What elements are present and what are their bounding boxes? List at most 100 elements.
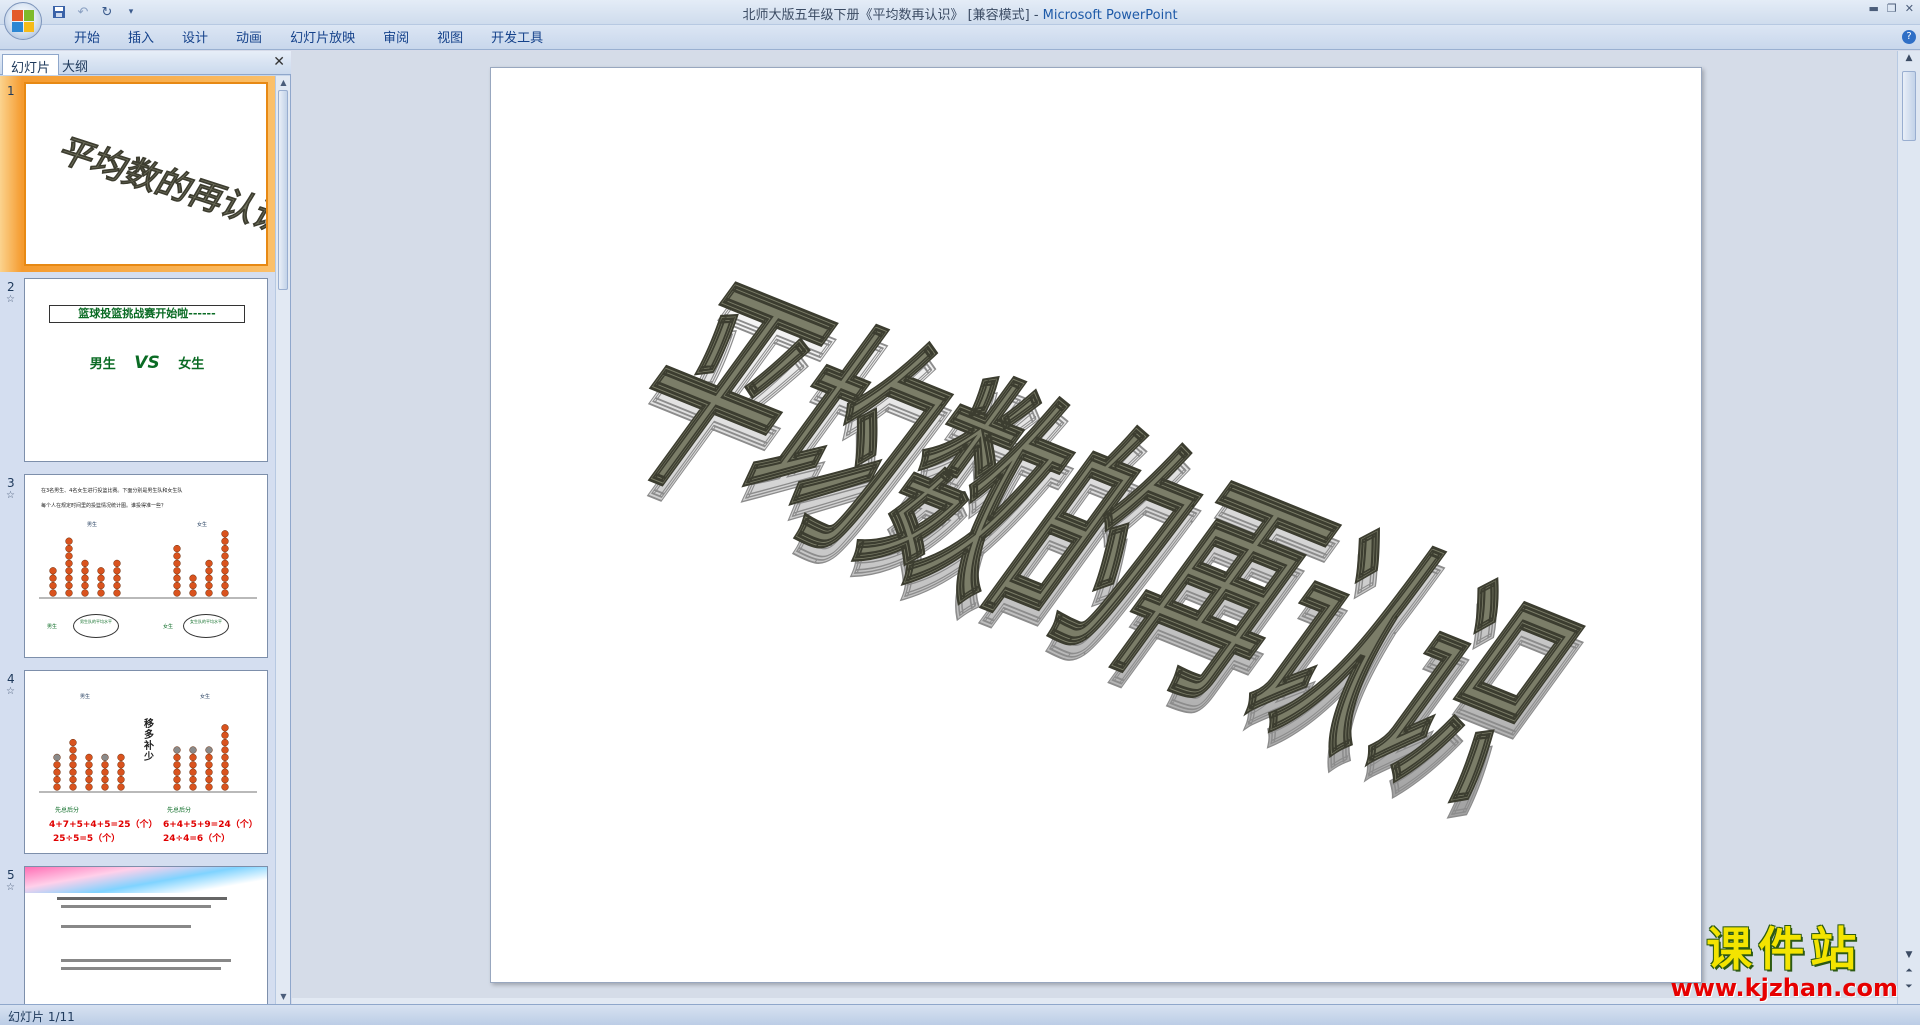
basketball-icon <box>189 761 197 769</box>
basketball-icon <box>221 574 229 582</box>
basketball-icon <box>221 753 229 762</box>
text-line <box>61 967 221 970</box>
basketball-icon <box>97 574 105 582</box>
tab-review[interactable]: 审阅 <box>369 30 423 48</box>
basketball-icon <box>81 574 89 582</box>
basketball-icon <box>189 753 197 762</box>
slide-number: 5 <box>7 868 15 882</box>
scroll-up-icon[interactable]: ▲ <box>276 76 291 90</box>
basketball-icon <box>97 589 105 597</box>
girls-team-label: 女生 <box>163 624 174 630</box>
wordart-title-art: 平均数的再认识 平均数的再认识 <box>571 247 1619 855</box>
animation-star-icon: ☆ <box>6 490 15 501</box>
basketball-icon <box>113 589 121 597</box>
basketball-icon <box>53 753 61 762</box>
tab-home[interactable]: 开始 <box>60 30 114 48</box>
girls-label: 女生 <box>178 357 205 372</box>
basketball-icon <box>189 589 197 597</box>
basketball-icon <box>173 753 181 762</box>
basketball-icon <box>173 589 181 597</box>
help-icon[interactable]: ? <box>1902 30 1916 44</box>
slide-thumbnail-1[interactable]: 1 平均数的再认识 <box>0 76 276 272</box>
watermark-text: 课件站 <box>1706 922 1863 976</box>
basketball-icon <box>65 559 73 568</box>
basketball-icon <box>173 761 181 769</box>
basketball-icon <box>173 775 181 784</box>
slides-pane: 幻灯片 大纲 ✕ 1 平均数的再认识 2 ☆ 篮球投篮挑战赛开始啦------ … <box>0 51 291 1004</box>
slide-thumbnail-5[interactable]: 5 ☆ <box>0 860 276 1004</box>
basketball-icon <box>205 559 213 568</box>
tab-animations[interactable]: 动画 <box>222 30 276 48</box>
basketball-icon <box>173 559 181 568</box>
restore-icon[interactable]: ❐ <box>1887 2 1897 15</box>
scroll-up-icon[interactable]: ▲ <box>1901 53 1917 67</box>
basketball-icon <box>117 753 125 762</box>
minimize-icon[interactable]: ▬ <box>1869 2 1879 15</box>
basketball-icon <box>97 567 105 575</box>
basketball-icon <box>221 783 229 791</box>
method-label-girls: 先总后分 <box>167 807 192 814</box>
header-decoration <box>25 867 267 893</box>
basketball-icon <box>69 775 77 784</box>
tab-slides[interactable]: 幻灯片 <box>2 54 60 76</box>
basketball-icon <box>49 589 57 597</box>
basketball-icon <box>205 746 213 754</box>
basketball-icon <box>173 768 181 776</box>
basketball-icon <box>101 761 109 769</box>
tab-design[interactable]: 设计 <box>168 30 222 48</box>
basketball-icon <box>117 775 125 784</box>
basketball-icon <box>97 581 105 590</box>
basketball-icon <box>221 544 229 553</box>
text-line <box>61 925 191 928</box>
basketball-icon <box>205 783 213 791</box>
equation-girls-2: 24÷4=6（个） <box>163 834 231 844</box>
office-logo-icon <box>12 10 34 32</box>
next-slide-icon[interactable]: ⏷ <box>1901 982 1917 996</box>
tab-outline[interactable]: 大纲 <box>54 54 96 75</box>
previous-slide-icon[interactable]: ⏶ <box>1901 966 1917 980</box>
basketball-icon <box>69 738 77 747</box>
scroll-down-icon[interactable]: ▼ <box>1901 950 1917 964</box>
basketball-icon <box>65 537 73 545</box>
watermark: 课件站 www.kjzhan.com <box>1671 923 1898 1001</box>
basketball-icon <box>53 768 61 776</box>
tab-slideshow[interactable]: 幻灯片放映 <box>276 30 369 48</box>
equation-boys-1: 4+7+5+4+5=25（个） <box>49 820 158 830</box>
basketball-icon <box>65 574 73 582</box>
close-pane-icon[interactable]: ✕ <box>273 54 285 70</box>
basketball-icon <box>69 746 77 754</box>
scroll-thumb[interactable] <box>278 90 288 290</box>
basketball-icon <box>221 761 229 769</box>
basketball-icon <box>85 783 93 791</box>
thumbnail-scrollbar[interactable]: ▲ ▼ <box>275 76 290 1004</box>
basketball-icon <box>53 761 61 769</box>
scroll-thumb[interactable] <box>1902 71 1916 141</box>
basketball-icon <box>173 746 181 754</box>
vertical-caption: 移多补少 <box>144 719 154 763</box>
method-label-boys: 先总后分 <box>55 807 80 814</box>
slide-number: 1 <box>7 84 15 98</box>
document-title: 北师大版五年级下册《平均数再认识》 [兼容模式] - <box>742 8 1043 23</box>
slide-thumbnail-3[interactable]: 3 ☆ 在3名男生、4名女生进行投篮比赛。下面分别是男生队和女生队 每个人在规定… <box>0 468 276 664</box>
scroll-down-icon[interactable]: ▼ <box>276 990 291 1004</box>
close-icon[interactable]: ✕ <box>1905 2 1914 15</box>
tab-developer[interactable]: 开发工具 <box>477 30 557 48</box>
slide-preview: 在3名男生、4名女生进行投篮比赛。下面分别是男生队和女生队 每个人在规定时间里的… <box>24 474 268 658</box>
slide-number: 2 <box>7 280 15 294</box>
versus-line: 男生 VS 女生 <box>25 353 267 373</box>
slide-scrollbar[interactable]: ▲ ▼ ⏶ ⏷ <box>1897 51 1920 1004</box>
basketball-icon <box>101 775 109 784</box>
basketball-icon <box>221 552 229 560</box>
basketball-icon <box>65 567 73 575</box>
basketball-icon <box>221 746 229 754</box>
watermark-url: www.kjzhan.com <box>1670 974 1898 1002</box>
office-button[interactable] <box>4 2 42 40</box>
basketball-icon <box>113 574 121 582</box>
tab-view[interactable]: 视图 <box>423 30 477 48</box>
equation-boys-2: 25÷5=5（个） <box>53 834 121 844</box>
slide-thumbnail-2[interactable]: 2 ☆ 篮球投篮挑战赛开始啦------ 男生 VS 女生 <box>0 272 276 468</box>
basketball-icon <box>85 761 93 769</box>
slide-thumbnail-4[interactable]: 4 ☆ 男生 女生 移多补少 先总后分 先总后分 4+7+5+4+5=25（个）… <box>0 664 276 860</box>
tab-insert[interactable]: 插入 <box>114 30 168 48</box>
current-slide[interactable]: 平均数的再认识 平均数的再认识 <box>490 67 1702 983</box>
